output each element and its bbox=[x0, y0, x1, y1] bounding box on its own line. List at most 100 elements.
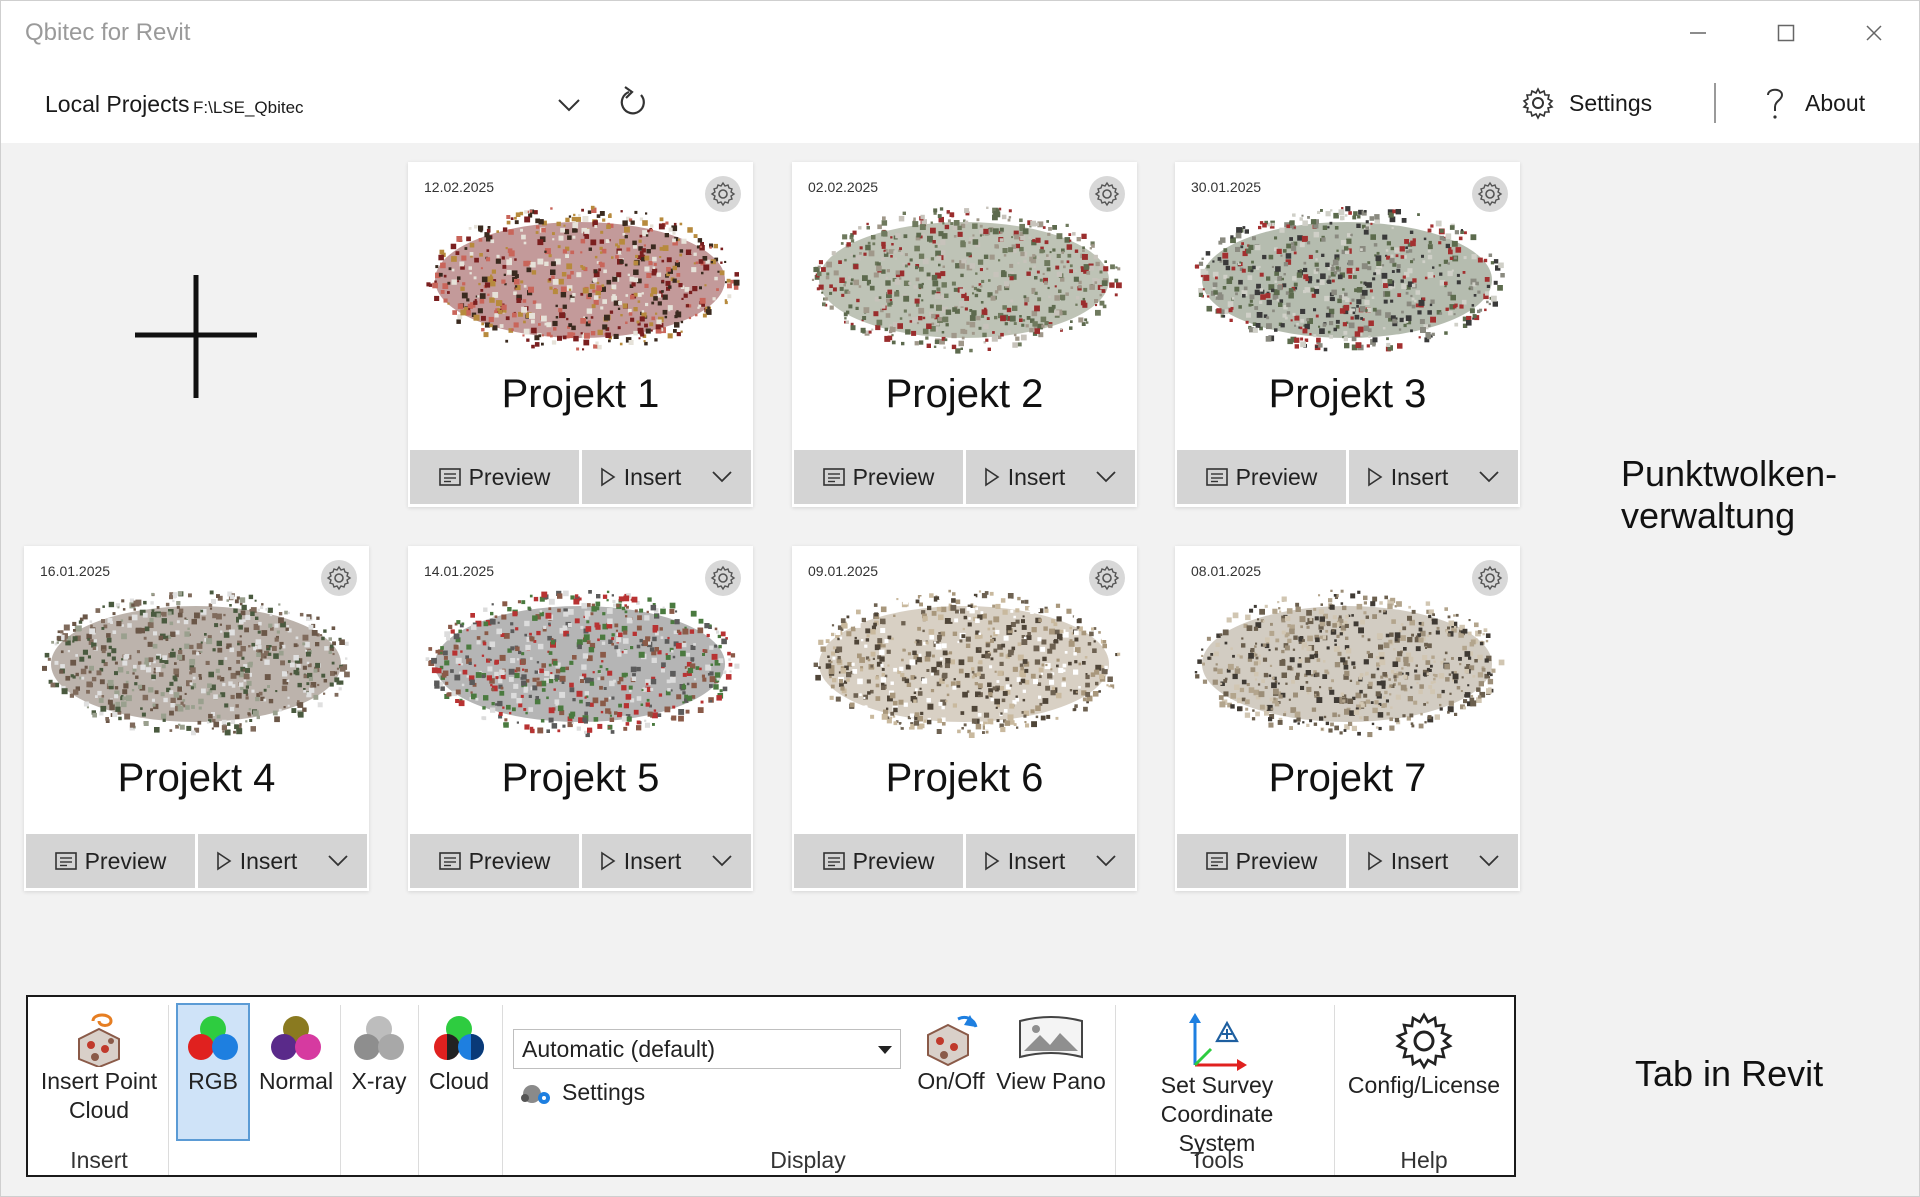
preview-icon bbox=[1205, 468, 1228, 486]
project-date: 08.01.2025 bbox=[1185, 560, 1268, 582]
chevron-down-icon[interactable] bbox=[1095, 470, 1117, 484]
preview-icon bbox=[1205, 852, 1228, 870]
project-card[interactable]: 09.01.2025 Projekt 6 Preview Insert bbox=[792, 546, 1137, 891]
gear-icon bbox=[1395, 1012, 1453, 1070]
xray-mode-button[interactable]: X-ray bbox=[344, 1011, 414, 1096]
window-title: Qbitec for Revit bbox=[25, 19, 191, 46]
projects-path: F:\LSE_Qbitec bbox=[193, 98, 304, 117]
project-actions: Preview Insert bbox=[410, 450, 751, 504]
display-settings-button[interactable]: Settings bbox=[520, 1079, 645, 1106]
insert-button[interactable]: Insert bbox=[582, 450, 751, 504]
chevron-down-icon[interactable] bbox=[1478, 854, 1500, 868]
project-date: 14.01.2025 bbox=[418, 560, 501, 582]
insert-label: Insert bbox=[1390, 847, 1449, 874]
project-source-dropdown[interactable] bbox=[549, 87, 589, 123]
xray-circles-icon bbox=[354, 1016, 404, 1060]
insert-button[interactable]: Insert bbox=[1349, 450, 1518, 504]
xray-label: X-ray bbox=[351, 1068, 407, 1094]
project-settings-button[interactable] bbox=[1089, 176, 1125, 212]
project-settings-button[interactable] bbox=[705, 176, 741, 212]
chevron-down-icon[interactable] bbox=[711, 854, 733, 868]
about-label: About bbox=[1805, 89, 1866, 116]
close-button[interactable] bbox=[1839, 11, 1909, 55]
project-name: Projekt 3 bbox=[1268, 372, 1427, 416]
preview-button[interactable]: Preview bbox=[26, 834, 195, 888]
ribbon-separator bbox=[502, 1005, 503, 1175]
insert-button[interactable]: Insert bbox=[582, 834, 751, 888]
preview-icon bbox=[438, 852, 461, 870]
insert-button[interactable]: Insert bbox=[966, 450, 1135, 504]
settings-label: Settings bbox=[1569, 89, 1653, 116]
play-icon bbox=[984, 467, 1000, 487]
settings-button[interactable]: Settings bbox=[1521, 81, 1652, 125]
refresh-button[interactable] bbox=[613, 81, 653, 125]
project-date: 09.01.2025 bbox=[802, 560, 885, 582]
project-card[interactable]: 30.01.2025 Projekt 3 Preview Insert bbox=[1175, 162, 1520, 507]
cloud-mode-button[interactable]: Cloud bbox=[422, 1011, 496, 1096]
preview-button[interactable]: Preview bbox=[1177, 450, 1346, 504]
project-name: Projekt 1 bbox=[501, 372, 660, 416]
project-settings-button[interactable] bbox=[321, 560, 357, 596]
view-pano-button[interactable]: View Pano bbox=[996, 1011, 1106, 1096]
preview-button[interactable]: Preview bbox=[410, 450, 579, 504]
chevron-down-icon[interactable] bbox=[327, 854, 349, 868]
chevron-down-icon[interactable] bbox=[711, 470, 733, 484]
insert-label: Insert bbox=[239, 847, 298, 874]
group-label-insert: Insert bbox=[70, 1147, 128, 1173]
maximize-icon bbox=[1777, 24, 1795, 42]
project-name: Projekt 5 bbox=[501, 756, 660, 800]
add-project-button[interactable] bbox=[121, 263, 271, 413]
coordinate-system-icon bbox=[1189, 1013, 1247, 1071]
play-icon bbox=[984, 851, 1000, 871]
project-settings-button[interactable] bbox=[1472, 176, 1508, 212]
preview-button[interactable]: Preview bbox=[794, 450, 963, 504]
project-card[interactable]: 02.02.2025 Projekt 2 Preview Insert bbox=[792, 162, 1137, 507]
insert-point-cloud-button[interactable]: Insert Point Cloud bbox=[34, 1011, 164, 1125]
minimize-button[interactable] bbox=[1663, 11, 1733, 55]
project-name: Projekt 6 bbox=[885, 756, 1044, 800]
project-date: 16.01.2025 bbox=[34, 560, 117, 582]
insert-label: Insert bbox=[1007, 847, 1066, 874]
about-button[interactable]: About bbox=[1763, 81, 1865, 125]
minimize-icon bbox=[1690, 32, 1706, 34]
display-mode-select[interactable]: Automatic (default) bbox=[513, 1029, 901, 1069]
gear-icon bbox=[710, 181, 736, 207]
set-survey-label: Set Survey Coordinate System bbox=[1160, 1072, 1274, 1156]
onoff-button[interactable]: On/Off bbox=[908, 1011, 994, 1096]
projects-label: Local Projects bbox=[45, 91, 190, 117]
preview-button[interactable]: Preview bbox=[794, 834, 963, 888]
project-settings-button[interactable] bbox=[705, 560, 741, 596]
toolbar-divider bbox=[1714, 83, 1716, 123]
preview-icon bbox=[54, 852, 77, 870]
project-actions: Preview Insert bbox=[794, 834, 1135, 888]
play-icon bbox=[600, 467, 616, 487]
project-actions: Preview Insert bbox=[794, 450, 1135, 504]
rgb-mode-button[interactable]: RGB bbox=[176, 1011, 250, 1096]
project-card[interactable]: 08.01.2025 Projekt 7 Preview Insert bbox=[1175, 546, 1520, 891]
project-settings-button[interactable] bbox=[1472, 560, 1508, 596]
insert-button[interactable]: Insert bbox=[966, 834, 1135, 888]
gear-icon bbox=[1094, 565, 1120, 591]
maximize-button[interactable] bbox=[1751, 11, 1821, 55]
project-card[interactable]: 14.01.2025 Projekt 5 Preview Insert bbox=[408, 546, 753, 891]
config-license-button[interactable]: Config/License bbox=[1338, 1011, 1510, 1100]
project-settings-button[interactable] bbox=[1089, 560, 1125, 596]
insert-label: Insert bbox=[1390, 463, 1449, 490]
insert-button[interactable]: Insert bbox=[198, 834, 367, 888]
chevron-down-icon bbox=[558, 99, 580, 112]
annotation-tab-in-revit: Tab in Revit bbox=[1635, 1053, 1824, 1094]
chevron-down-icon[interactable] bbox=[1478, 470, 1500, 484]
project-card[interactable]: 12.02.2025 Projekt 1 Preview Insert bbox=[408, 162, 753, 507]
preview-button[interactable]: Preview bbox=[1177, 834, 1346, 888]
set-survey-coordinate-system-button[interactable]: Set Survey Coordinate System bbox=[1118, 1011, 1316, 1158]
ribbon-separator bbox=[1334, 1005, 1335, 1175]
preview-button[interactable]: Preview bbox=[410, 834, 579, 888]
group-label-tools: Tools bbox=[1190, 1147, 1244, 1173]
project-card[interactable]: 16.01.2025 Projekt 4 Preview Insert bbox=[24, 546, 369, 891]
chevron-down-icon[interactable] bbox=[1095, 854, 1117, 868]
insert-button[interactable]: Insert bbox=[1349, 834, 1518, 888]
project-date: 02.02.2025 bbox=[802, 176, 885, 198]
cloud-circles-icon bbox=[434, 1016, 484, 1060]
preview-label: Preview bbox=[852, 463, 935, 490]
normal-mode-button[interactable]: Normal bbox=[256, 1011, 336, 1096]
